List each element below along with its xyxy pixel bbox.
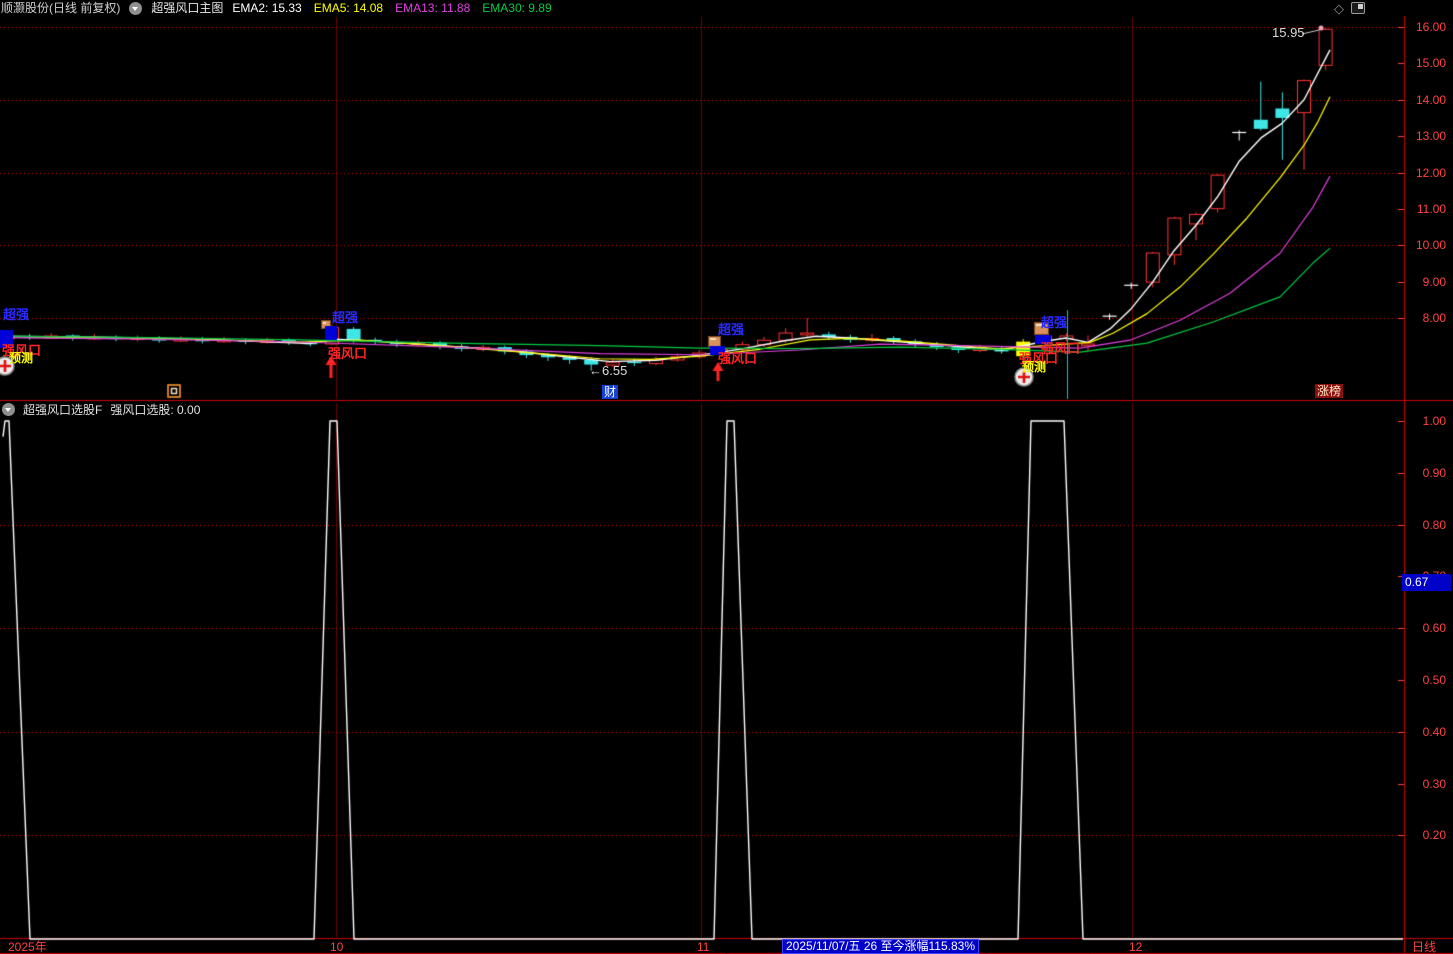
y-axis-label: 8.00 [1422,311,1446,325]
rank-list-badge: 涨榜 [1315,384,1344,398]
sub-y-axis-label: 0.30 [1422,776,1446,791]
date-info-box: 2025/11/07/五 26 至今涨幅115.83% [782,939,980,954]
sub-y-axis-label: 0.80 [1422,517,1446,532]
sub-y-axis-label: 0.50 [1422,673,1446,687]
sub-y-axis-label: 0.20 [1422,828,1446,843]
y-axis-label: 16.00 [1415,20,1446,34]
sub-indicator-name[interactable]: 超强风口选股F [23,404,102,416]
signal-label-chaoqiang: 超强 [332,310,359,325]
ema-label: EMA30: 9.89 [482,1,552,15]
signal-label-yuce: 预测 [1022,360,1047,374]
ema-label: EMA13: 11.88 [395,1,471,15]
ema-label: EMA2: 15.33 [232,1,302,15]
sub-axis-current-value: 0.67 [1402,574,1451,591]
sub-y-axis-label: 1.00 [1422,414,1446,428]
sub-y-axis-label: 0.60 [1422,621,1446,636]
signal-label-qiangfengkou: 强风口 [718,351,758,366]
signal-label-qiangfengkou: 强风口 [328,346,368,361]
signal-label-chaoqiang: 超强 [718,322,745,337]
ema-label: EMA5: 14.08 [313,1,384,15]
collapse-circle-icon[interactable] [129,1,143,15]
signal-label-chaoqiang: 超强 [1041,315,1068,330]
y-axis-label: 11.00 [1416,201,1446,216]
ema-legend: EMA2: 15.33 EMA5: 14.08 EMA13: 11.88 EMA30:… [232,2,563,14]
sub-y-axis-label: 0.40 [1422,724,1446,739]
high-price-label: 15.95 [1272,25,1305,40]
window-icon[interactable] [1351,2,1365,14]
signal-label-chaoqiang: 超强 [3,307,30,322]
main-indicator-name[interactable]: 超强风口主图 [151,2,223,14]
y-axis-label: 15.00 [1415,56,1446,71]
sub-panel-header: 超强风口选股F 强风口选股: 0.00 [2,402,200,417]
y-axis-label: 12.00 [1415,165,1446,180]
finance-report-icon: 财 [602,385,619,399]
x-axis-label: 12 [1129,940,1143,954]
y-axis-label: 10.00 [1415,238,1446,253]
signal-label-yuce: 预测 [9,351,34,365]
title-bar: 顺灏股份(日线 前复权) 超强风口主图 EMA2: 15.33 EMA5: 14.… [0,0,1453,16]
sub-y-axis-label: 0.90 [1422,465,1446,480]
low-price-label: ←6.55 [589,363,628,378]
collapse-circle-icon[interactable] [2,403,15,416]
x-axis-label: 11 [697,940,710,954]
y-axis-label: 13.00 [1415,129,1446,144]
x-axis-label: 2025年 [8,940,47,954]
stock-title: 顺灏股份(日线 前复权) [1,1,121,15]
x-axis-label: 日线 [1412,940,1437,954]
y-axis-label: 9.00 [1422,274,1446,289]
titlebar-right-icons: ◇ [1334,0,1365,16]
chart-canvas[interactable] [0,0,1453,954]
sub-indicator-value: 强风口选股: 0.00 [110,402,201,417]
diamond-icon[interactable]: ◇ [1334,2,1344,15]
y-axis-label: 14.00 [1415,92,1446,107]
x-axis-label: 10 [330,940,344,954]
tdx-app-window: 顺灏股份(日线 前复权) 超强风口主图 EMA2: 15.33 EMA5: 14.… [0,0,1453,954]
